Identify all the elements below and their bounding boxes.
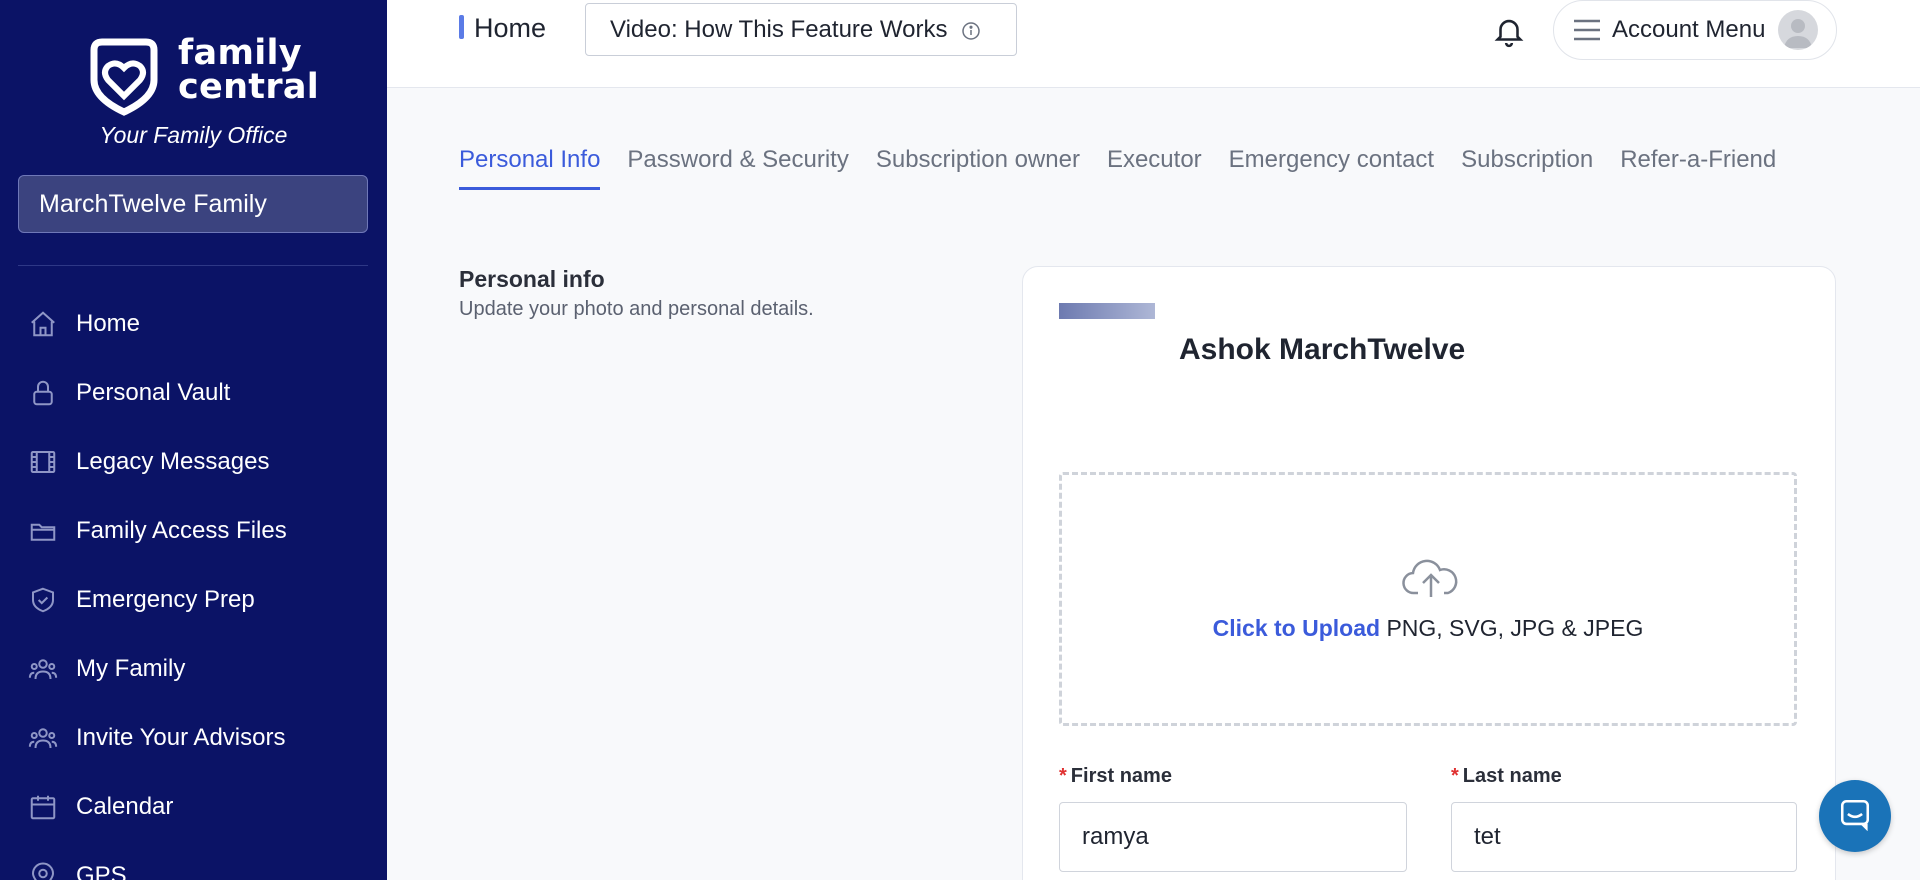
tab-subscription[interactable]: Subscription	[1461, 146, 1593, 190]
sidebar-item-label: Legacy Messages	[76, 447, 270, 475]
click-to-upload-link[interactable]: Click to Upload	[1213, 615, 1380, 641]
section-subtitle: Update your photo and personal details.	[459, 298, 814, 320]
family-selector[interactable]: MarchTwelve Family	[18, 175, 368, 233]
upload-formats: PNG, SVG, JPG & JPEG	[1386, 615, 1644, 641]
required-marker: *	[1059, 765, 1067, 787]
sidebar-item-emergency-prep[interactable]: Emergency Prep	[0, 565, 387, 634]
tab-refer-a-friend[interactable]: Refer-a-Friend	[1620, 146, 1776, 190]
first-name-field[interactable]: ramya	[1059, 802, 1407, 872]
photo-upload-dropzone[interactable]: Click to Upload PNG, SVG, JPG & JPEG	[1059, 472, 1797, 726]
video-button-label: Video: How This Feature Works	[610, 15, 948, 43]
account-menu-label: Account Menu	[1612, 16, 1766, 43]
video-feature-button[interactable]: Video: How This Feature Works	[585, 3, 1017, 56]
sidebar-item-label: Emergency Prep	[76, 585, 255, 613]
profile-name: Ashok MarchTwelve	[1179, 333, 1466, 366]
avatar	[1778, 10, 1818, 50]
account-menu-button[interactable]: Account Menu	[1553, 0, 1837, 60]
sidebar-item-label: Invite Your Advisors	[76, 723, 286, 751]
sidebar-item-gps[interactable]: GPS	[0, 841, 387, 880]
bell-icon[interactable]	[1492, 14, 1526, 48]
tab-executor[interactable]: Executor	[1107, 146, 1202, 190]
breadcrumb-accent	[459, 15, 464, 39]
settings-tabs: Personal Info Password & Security Subscr…	[459, 146, 1803, 190]
sidebar-item-home[interactable]: Home	[0, 289, 387, 358]
sidebar-item-family-access-files[interactable]: Family Access Files	[0, 496, 387, 565]
sidebar-nav: Home Personal Vault Legacy Messages Fami…	[0, 289, 387, 880]
info-icon	[961, 20, 981, 40]
sidebar-item-personal-vault[interactable]: Personal Vault	[0, 358, 387, 427]
cloud-upload-icon	[1402, 555, 1460, 601]
personal-info-card: Ashok MarchTwelve Click to Upload PNG, S…	[1022, 266, 1836, 880]
sidebar-item-my-family[interactable]: My Family	[0, 634, 387, 703]
people-icon	[28, 654, 58, 684]
sidebar-item-label: Calendar	[76, 792, 174, 820]
brand-name: family central	[178, 33, 320, 107]
last-name-label: * Last name	[1451, 765, 1562, 787]
top-bar: Home Video: How This Feature Works Accou…	[387, 0, 1920, 88]
breadcrumb: Home	[474, 13, 547, 43]
chat-launcher-button[interactable]	[1819, 780, 1891, 852]
lock-icon	[28, 378, 58, 408]
people-icon	[28, 723, 58, 753]
sidebar-item-label: Home	[76, 309, 141, 337]
sidebar-item-label: GPS	[76, 861, 127, 880]
tab-emergency-contact[interactable]: Emergency contact	[1229, 146, 1434, 190]
shield-check-icon	[28, 585, 58, 615]
last-name-field[interactable]: tet	[1451, 802, 1797, 872]
section-title: Personal info	[459, 266, 605, 292]
brand-logo[interactable]: family central	[84, 36, 319, 116]
chat-icon	[1838, 797, 1872, 836]
menu-icon	[1572, 18, 1602, 42]
sidebar-item-label: Personal Vault	[76, 378, 231, 406]
sidebar: family central Your Family Office MarchT…	[0, 0, 387, 880]
folder-icon	[28, 516, 58, 546]
brand-tagline: Your Family Office	[99, 122, 288, 148]
calendar-icon	[28, 792, 58, 822]
tab-password-security[interactable]: Password & Security	[627, 146, 848, 190]
first-name-label: * First name	[1059, 765, 1172, 787]
map-pin-icon	[28, 861, 58, 880]
sidebar-item-invite-advisors[interactable]: Invite Your Advisors	[0, 703, 387, 772]
sidebar-item-legacy-messages[interactable]: Legacy Messages	[0, 427, 387, 496]
sidebar-item-label: My Family	[76, 654, 186, 682]
sidebar-item-calendar[interactable]: Calendar	[0, 772, 387, 841]
heart-house-icon	[90, 38, 158, 116]
sidebar-divider	[18, 265, 368, 266]
tab-personal-info[interactable]: Personal Info	[459, 146, 601, 190]
film-icon	[28, 447, 58, 477]
required-marker: *	[1451, 765, 1459, 787]
upload-instructions: Click to Upload PNG, SVG, JPG & JPEG	[1062, 615, 1794, 642]
tab-subscription-owner[interactable]: Subscription owner	[876, 146, 1080, 190]
sidebar-item-label: Family Access Files	[76, 516, 287, 544]
home-icon	[28, 309, 58, 339]
profile-photo	[1059, 303, 1155, 319]
